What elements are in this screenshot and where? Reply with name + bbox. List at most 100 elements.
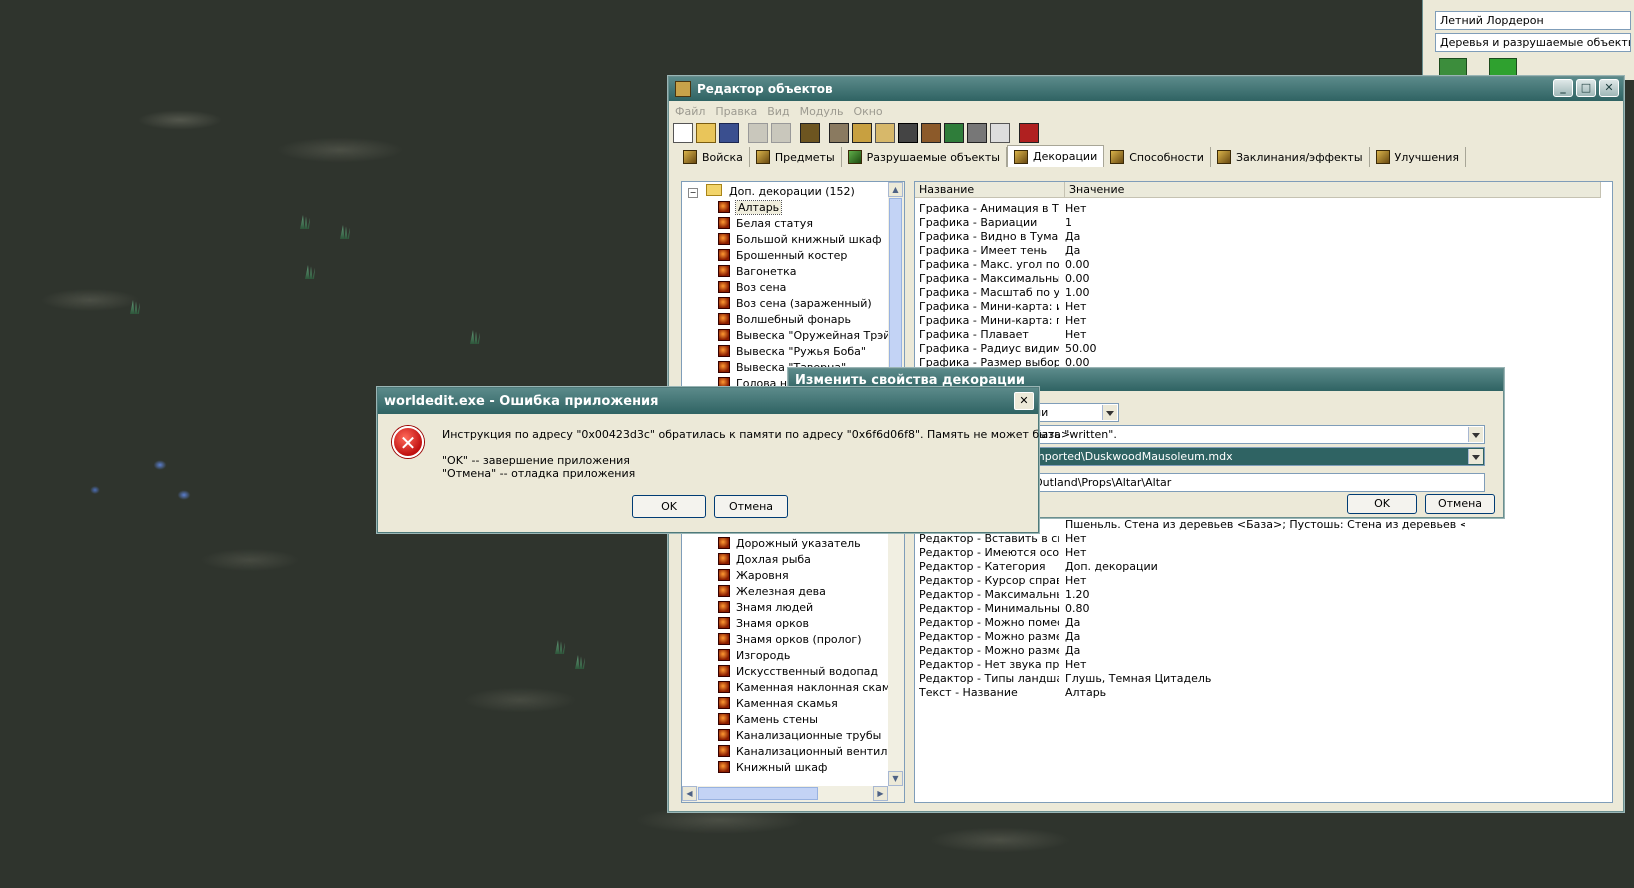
tree-item[interactable]: Изгородь — [718, 648, 790, 663]
menu-view[interactable]: Вид — [767, 105, 789, 118]
tree-item[interactable]: Дохлая рыба — [718, 552, 811, 567]
property-row[interactable]: Графика - Максимальный ... 0.00 — [915, 272, 1605, 286]
scroll-up-icon[interactable]: ▲ — [888, 182, 903, 197]
category-field[interactable]: Деревья и разрушаемые объекты — [1435, 33, 1631, 52]
menu-module[interactable]: Модуль — [800, 105, 844, 118]
tree-item[interactable]: Знамя людей — [718, 600, 813, 615]
model-path-input[interactable]: Outland\Props\Altar\Altar — [1029, 473, 1485, 492]
property-row[interactable]: Графика - Анимация в Ту... Нет — [915, 202, 1605, 216]
minimize-button[interactable]: _ — [1553, 79, 1573, 97]
property-row[interactable]: Графика - Макс. угол пово... 0.00 — [915, 258, 1605, 272]
tree-root-folder[interactable]: − Доп. декорации (152) — [688, 184, 855, 199]
tree-item[interactable]: Камень стены — [718, 712, 818, 727]
property-row[interactable]: Графика - Масштаб по ум... 1.00 — [915, 286, 1605, 300]
object-editor-icon[interactable] — [898, 123, 918, 143]
tab-units[interactable]: Войска — [677, 147, 750, 167]
copy-icon[interactable] — [748, 123, 768, 143]
open-folder-icon[interactable] — [696, 123, 716, 143]
error-ok-button[interactable]: OK — [632, 495, 706, 518]
property-row[interactable]: Графика - Мини-карта: ис... Нет — [915, 300, 1605, 314]
property-row[interactable]: Редактор - Можно помест... Да — [915, 616, 1605, 630]
tree-item[interactable]: Канализационные трубы — [718, 728, 881, 743]
tree-item[interactable]: Жаровня — [718, 568, 789, 583]
property-row[interactable]: Графика - Видно в Тумане... Да — [915, 230, 1605, 244]
error-dialog-titlebar[interactable]: worldedit.exe - Ошибка приложения ✕ — [378, 388, 1038, 414]
hscroll-thumb[interactable] — [698, 787, 818, 800]
scroll-right-icon[interactable]: ▶ — [873, 786, 888, 801]
property-row[interactable]: Редактор - Можно разме... Да — [915, 630, 1605, 644]
tree-item[interactable]: Дорожный указатель — [718, 536, 861, 551]
tree-item[interactable]: Вагонетка — [718, 264, 797, 279]
scroll-thumb[interactable] — [889, 198, 902, 368]
edit-ok-button[interactable]: OK — [1347, 494, 1417, 514]
tab-doodads[interactable]: Декорации — [1006, 145, 1105, 167]
tree-item[interactable]: Знамя орков (пролог) — [718, 632, 862, 647]
tree-item[interactable]: Вывеска "Оружейная Трэйси — [718, 328, 904, 343]
tree-item[interactable]: Белая статуя — [718, 216, 813, 231]
property-row[interactable]: Графика - Вариации 1 — [915, 216, 1605, 230]
property-row[interactable]: Графика - Радиус видимо... 50.00 — [915, 342, 1605, 356]
save-icon[interactable] — [719, 123, 739, 143]
property-row[interactable]: Графика - Мини-карта: по... Нет — [915, 314, 1605, 328]
error-close-button[interactable]: ✕ — [1014, 392, 1034, 410]
tree-item[interactable]: Вывеска "Ружья Боба" — [718, 344, 866, 359]
property-row[interactable]: Редактор - Курсор справки Нет — [915, 574, 1605, 588]
object-editor-titlebar[interactable]: Редактор объектов _ □ ✕ — [669, 77, 1623, 101]
tree-item[interactable]: Железная дева — [718, 584, 826, 599]
test-map-icon[interactable] — [1019, 123, 1039, 143]
scroll-down-icon[interactable]: ▼ — [888, 771, 903, 786]
close-button[interactable]: ✕ — [1599, 79, 1619, 97]
sound-editor-icon[interactable] — [852, 123, 872, 143]
tree-item[interactable]: Знамя орков — [718, 616, 809, 631]
tree-item[interactable]: Алтарь — [718, 200, 783, 215]
tab-items[interactable]: Предметы — [750, 147, 842, 167]
column-header-value[interactable]: Значение — [1065, 182, 1601, 198]
property-row[interactable]: Графика - Плавает Нет — [915, 328, 1605, 342]
paste-icon[interactable] — [771, 123, 791, 143]
column-header-name[interactable]: Название — [915, 182, 1065, 198]
tree-item[interactable]: Воз сена (зараженный) — [718, 296, 872, 311]
chevron-down-icon[interactable] — [1102, 405, 1117, 420]
tree-item[interactable]: Каменная скамья — [718, 696, 838, 711]
terrain-editor-icon[interactable] — [800, 123, 820, 143]
property-row[interactable]: Редактор - Имеются особ... Нет — [915, 546, 1605, 560]
property-row[interactable]: Графика - Имеет тень Да — [915, 244, 1605, 258]
tileset-field[interactable]: Летний Лордерон — [1435, 11, 1631, 30]
tree-item[interactable]: Искусственный водопад — [718, 664, 878, 679]
import-manager-icon[interactable] — [967, 123, 987, 143]
property-row[interactable]: Редактор - Категория Доп. декорации — [915, 560, 1605, 574]
property-row[interactable]: Текст - Название Алтарь — [915, 686, 1605, 700]
property-row[interactable]: Редактор - Типы ландшафта Глушь, Темная Ц… — [915, 672, 1605, 686]
error-cancel-button[interactable]: Отмена — [714, 495, 788, 518]
tree-horizontal-scrollbar[interactable]: ◀ ▶ — [682, 786, 904, 802]
property-row[interactable]: Редактор - Вставить в сп... Нет — [915, 532, 1605, 546]
doodad-combo-1[interactable]: ии — [1029, 403, 1119, 422]
property-row[interactable]: Редактор - Минимальный ... 0.80 — [915, 602, 1605, 616]
tree-item[interactable]: Волшебный фонарь — [718, 312, 851, 327]
ai-editor-icon[interactable] — [944, 123, 964, 143]
chevron-down-icon[interactable] — [1468, 427, 1483, 442]
trigger-editor-icon[interactable] — [829, 123, 849, 143]
tree-item[interactable]: Каменная наклонная скамья — [718, 680, 903, 695]
menu-window[interactable]: Окно — [853, 105, 882, 118]
tree-item[interactable]: Большой книжный шкаф — [718, 232, 882, 247]
tree-item[interactable]: Брошенный костер — [718, 248, 847, 263]
tree-item[interactable]: Воз сена — [718, 280, 786, 295]
tree-item[interactable]: Книжный шкаф — [718, 760, 827, 775]
property-row[interactable]: Редактор - Нет звука при ... Нет — [915, 658, 1605, 672]
script-editor-icon[interactable] — [990, 123, 1010, 143]
chevron-down-icon[interactable] — [1468, 449, 1483, 464]
scroll-left-icon[interactable]: ◀ — [682, 786, 697, 801]
edit-cancel-button[interactable]: Отмена — [1425, 494, 1495, 514]
collapse-icon[interactable]: − — [688, 188, 698, 198]
maximize-button[interactable]: □ — [1576, 79, 1596, 97]
campaign-editor-icon[interactable] — [921, 123, 941, 143]
tab-upgrades[interactable]: Улучшения — [1370, 147, 1467, 167]
menu-file[interactable]: Файл — [675, 105, 705, 118]
tab-destructibles[interactable]: Разрушаемые объекты — [842, 147, 1007, 167]
property-row[interactable]: Редактор - Можно разме... Да — [915, 644, 1605, 658]
tree-item[interactable]: Канализационный вентиль — [718, 744, 894, 759]
tab-abilities[interactable]: Способности — [1104, 147, 1211, 167]
tab-buffs[interactable]: Заклинания/эффекты — [1211, 147, 1370, 167]
new-file-icon[interactable] — [673, 123, 693, 143]
